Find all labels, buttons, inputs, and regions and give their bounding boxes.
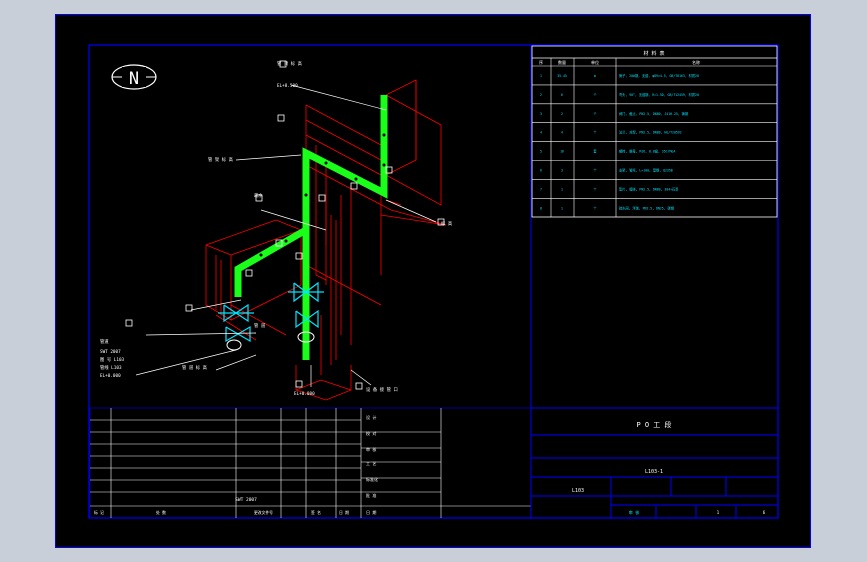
info-line-3: 图 号 L103 [100, 357, 125, 363]
callout-top-elev: 管 顶 标 高 [277, 60, 303, 67]
callout-bottom-right: 设 备 接 管 口 [366, 386, 398, 393]
sheet-number: 6 [763, 510, 766, 515]
bom-cell-qty: 6 [561, 93, 563, 97]
bom-cell-no: 4 [540, 131, 542, 135]
bom-row: 3 2 个 阀门, 截止, PN2.5, DN80, J41H-25, 铸钢 [540, 111, 688, 116]
instrument-tags [125, 60, 445, 390]
bom-cell-unit: 个 [593, 93, 597, 97]
bom-cell-desc: 管子, 20#钢, 无缝, φ89×4.5, GB/T8163, 材质20 [619, 73, 699, 78]
bom-row: 7 1 个 垫片, 缠绕, PN2.5, DN80, 304+石墨 [540, 186, 679, 191]
bom-header-desc: 名称 [692, 59, 700, 65]
sign-review: 审 核 [366, 446, 376, 452]
revision-mid-label: SWT 2007 [235, 497, 257, 503]
bom-header-no: 序 [539, 59, 543, 65]
bom-cell-unit: 个 [593, 206, 597, 210]
sign-date: 日 期 [366, 509, 376, 515]
cad-drawing: N 管 顶 标 高 EL+8.500 管 架 标 高 标 高 疏水 管 道 管 … [88, 44, 779, 519]
bom-row: 8 1 个 疏水阀, 浮球, PN2.5, DN25, 碳钢 [540, 205, 674, 210]
sign-check: 校 对 [366, 430, 376, 436]
bom-cell-desc: 垫片, 缠绕, PN2.5, DN80, 304+石墨 [619, 186, 679, 191]
bom-cell-qty: 3 [561, 168, 563, 172]
bom-cell-no: 6 [540, 168, 542, 172]
callout-top-elev-val: EL+8.500 [277, 83, 298, 89]
footer-mark: 标 记 [94, 510, 104, 515]
left-info-block: 管道 SWT 2007 图 号 L103 管线 L103 EL+0.000 [100, 338, 125, 379]
drawing-sheet: N 管 顶 标 高 EL+8.500 管 架 标 高 标 高 疏水 管 道 管 … [55, 14, 811, 548]
inner-frame [88, 44, 779, 519]
callout-bottom-tag: EL+0.000 [294, 391, 315, 397]
bom-cell-no: 5 [540, 150, 542, 154]
project-title: P O 工 段 [636, 420, 671, 429]
sign-standard: 标准化 [366, 476, 378, 482]
callout-bot-left: 管 道 标 高 [182, 364, 208, 371]
north-arrow-icon: N [111, 64, 157, 90]
bom-header-unit: 单位 [591, 59, 599, 65]
bom-table: 材 料 表 序 数量 单位 名称 1 35.45 m 管子, 20#钢, 无缝, φ8… [531, 45, 778, 218]
bom-cell-no: 3 [540, 112, 542, 116]
bom-title: 材 料 表 [643, 50, 664, 57]
bom-cell-qty: 2 [561, 112, 563, 116]
bom-cell-qty: 35.45 [557, 74, 567, 78]
callout-right-tag: 标 高 [441, 220, 453, 227]
sign-process: 工 艺 [366, 461, 376, 466]
bom-cell-qty: 1 [561, 206, 563, 210]
bom-cell-unit: m [594, 74, 596, 78]
line-number: L103 [572, 488, 584, 494]
bom-cell-desc: 法兰, 对焊, PN2.5, DN80, HG/T20592 [619, 130, 682, 135]
sign-labels: 设 计 校 对 审 核 工 艺 标准化 批 准 日 期 [366, 414, 378, 515]
iso-support-structure [205, 79, 447, 401]
bom-cell-desc: 疏水阀, 浮球, PN2.5, DN25, 碳钢 [619, 205, 674, 210]
footer-signature: 签 名 [311, 510, 321, 515]
scale-value: 1 [717, 510, 720, 515]
bom-row: 5 16 套 螺栓, 螺母, M16, 8.8级, 35CrMoA [540, 149, 675, 154]
bom-row: 6 3 个 支架, 管托, L=100, 型钢, Q235B [540, 167, 673, 172]
info-line-4: 管线 L103 [100, 364, 122, 371]
approve-col: 审 核 [629, 509, 639, 515]
footer-count: 处 数 [156, 510, 166, 515]
drawing-number: L103-1 [645, 469, 663, 475]
info-line-2: SWT 2007 [100, 349, 121, 355]
info-line-5: EL+0.000 [100, 373, 121, 379]
bom-cell-desc: 阀门, 截止, PN2.5, DN80, J41H-25, 铸钢 [619, 111, 688, 116]
bom-cell-no: 1 [540, 74, 542, 78]
north-label: N [129, 69, 139, 89]
bom-row: 2 6 个 弯头, 90°, 无缝钢, R=1.5D, GB/T12459, 材质20 [540, 92, 699, 97]
bom-cell-no: 8 [540, 206, 542, 210]
bom-header-qty: 数量 [558, 59, 566, 65]
sign-approve: 批 准 [366, 492, 376, 498]
bom-row: 1 35.45 m 管子, 20#钢, 无缝, φ89×4.5, GB/T8163, … [540, 73, 699, 78]
bom-cell-qty: 1 [561, 187, 563, 191]
bom-row: 4 4 个 法兰, 对焊, PN2.5, DN80, HG/T20592 [540, 130, 682, 135]
info-line-1: 管道 [100, 338, 109, 345]
leader-lines [135, 84, 437, 387]
bom-cell-unit: 个 [593, 168, 597, 172]
bom-cell-no: 7 [540, 187, 542, 191]
callout-mid-left: 管 道 [254, 322, 266, 329]
footer-date: 日 期 [339, 510, 349, 515]
callout-steam-trap: 疏水 [254, 192, 263, 199]
bom-cell-unit: 套 [593, 149, 597, 154]
bom-cell-desc: 弯头, 90°, 无缝钢, R=1.5D, GB/T12459, 材质20 [619, 92, 699, 97]
bom-cell-no: 2 [540, 93, 542, 97]
revision-grid [89, 407, 532, 519]
footer-change-doc: 更改文件号 [254, 510, 273, 515]
bom-cell-desc: 支架, 管托, L=100, 型钢, Q235B [619, 167, 673, 172]
bom-cell-unit: 个 [593, 131, 597, 135]
sign-design: 设 计 [366, 414, 376, 420]
bom-cell-unit: 个 [593, 112, 597, 116]
callout-left-tag: 管 架 标 高 [208, 156, 234, 163]
revision-footer: 标 记 处 数 更改文件号 签 名 日 期 [94, 510, 349, 515]
bom-cell-unit: 个 [593, 187, 597, 191]
bom-cell-desc: 螺栓, 螺母, M16, 8.8级, 35CrMoA [619, 149, 675, 154]
bom-cell-qty: 16 [560, 150, 564, 154]
bom-cell-qty: 4 [561, 131, 563, 135]
